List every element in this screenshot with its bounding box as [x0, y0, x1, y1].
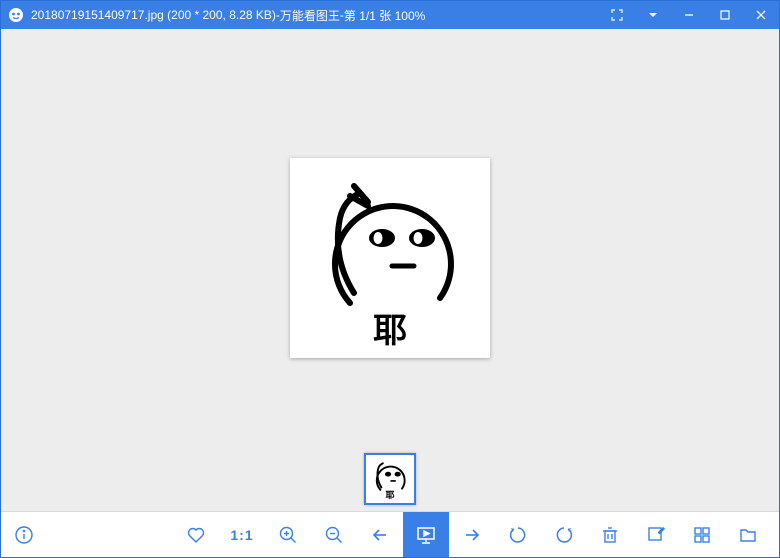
delete-button[interactable] — [587, 512, 633, 557]
main-image: 耶 — [290, 158, 490, 358]
zoom-out-button[interactable] — [311, 512, 357, 557]
rotate-left-button[interactable] — [495, 512, 541, 557]
toolbar: 1:1 — [1, 511, 779, 557]
next-button[interactable] — [449, 512, 495, 557]
title-page: 第 1/1 张 100% — [344, 7, 425, 24]
image-viewport[interactable]: 耶 耶 — [1, 29, 779, 511]
open-folder-button[interactable] — [725, 512, 771, 557]
actual-size-button[interactable]: 1:1 — [219, 512, 265, 557]
zoom-in-button[interactable] — [265, 512, 311, 557]
favorite-button[interactable] — [173, 512, 219, 557]
close-button[interactable] — [743, 1, 779, 29]
title-filename: 20180719151409717.jpg — [31, 8, 164, 22]
minimize-button[interactable] — [671, 1, 707, 29]
toolbar-gap-left — [47, 512, 173, 557]
ratio-label: 1:1 — [230, 527, 253, 543]
title-dimensions-val: (200 * 200, 8.28 KB) — [167, 8, 276, 22]
thumbnail[interactable]: 耶 — [364, 453, 416, 505]
thumbnail-caption: 耶 — [366, 488, 414, 501]
maximize-button[interactable] — [707, 1, 743, 29]
dropdown-menu-button[interactable] — [635, 1, 671, 29]
info-button[interactable] — [1, 512, 47, 557]
fullscreen-button[interactable] — [599, 1, 635, 29]
titlebar: 20180719151409717.jpg (200 * 200, 8.28 K… — [1, 1, 779, 29]
rotate-right-button[interactable] — [541, 512, 587, 557]
grid-view-button[interactable] — [679, 512, 725, 557]
edit-button[interactable] — [633, 512, 679, 557]
toolbar-pad — [771, 512, 779, 557]
slideshow-button[interactable] — [403, 512, 449, 557]
previous-button[interactable] — [357, 512, 403, 557]
app-icon — [7, 6, 25, 24]
image-caption: 耶 — [290, 303, 490, 352]
title-appname: 万能看图王 — [280, 7, 340, 24]
app-window: 20180719151409717.jpg (200 * 200, 8.28 K… — [0, 0, 780, 558]
